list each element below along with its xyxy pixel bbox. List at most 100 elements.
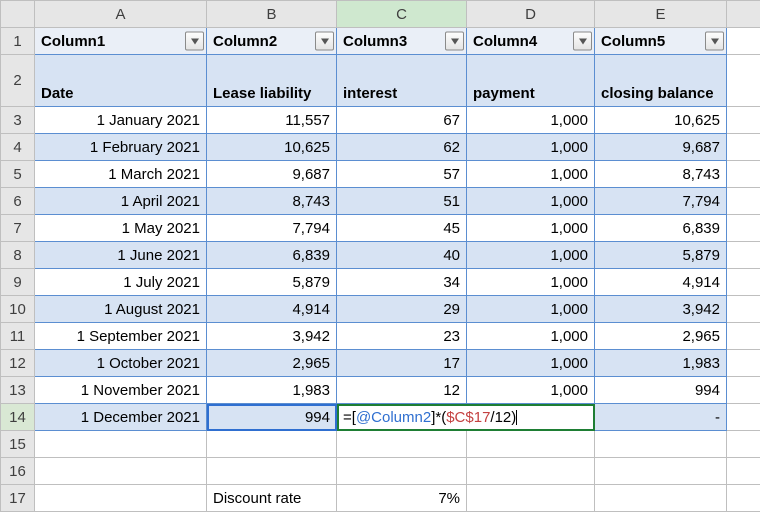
cell-pad-14[interactable] [727,404,760,431]
cell-C12[interactable]: 17 [337,350,467,377]
row-header-15[interactable]: 15 [1,431,35,458]
cell-E17[interactable] [595,485,727,512]
cell-C8[interactable]: 40 [337,242,467,269]
cell-D9[interactable]: 1,000 [467,269,595,296]
cell-D8[interactable]: 1,000 [467,242,595,269]
cell-B10[interactable]: 4,914 [207,296,337,323]
cell-C11[interactable]: 23 [337,323,467,350]
cell-C15[interactable] [337,431,467,458]
cell-A16[interactable] [35,458,207,485]
row-header-1[interactable]: 1 [1,28,35,55]
cell-pad-11[interactable] [727,323,760,350]
select-all-corner[interactable] [1,1,35,28]
cell-C4[interactable]: 62 [337,134,467,161]
cell-C2[interactable]: interest [337,55,467,107]
row-header-16[interactable]: 16 [1,458,35,485]
cell-pad-10[interactable] [727,296,760,323]
cell-D5[interactable]: 1,000 [467,161,595,188]
row-header-9[interactable]: 9 [1,269,35,296]
cell-D10[interactable]: 1,000 [467,296,595,323]
spreadsheet[interactable]: A B C D E 1 Column1 Column2 Column3 Colu… [0,0,760,528]
cell-E8[interactable]: 5,879 [595,242,727,269]
row-header-2[interactable]: 2 [1,55,35,107]
row-header-13[interactable]: 13 [1,377,35,404]
cell-A8[interactable]: 1 June 2021 [35,242,207,269]
cell-pad-13[interactable] [727,377,760,404]
cell-pad-4[interactable] [727,134,760,161]
cell-C7[interactable]: 45 [337,215,467,242]
cell-C1[interactable]: Column3 [337,28,467,55]
cell-A13[interactable]: 1 November 2021 [35,377,207,404]
cell-A10[interactable]: 1 August 2021 [35,296,207,323]
cell-A6[interactable]: 1 April 2021 [35,188,207,215]
cell-pad-9[interactable] [727,269,760,296]
cell-A17[interactable] [35,485,207,512]
row-header-6[interactable]: 6 [1,188,35,215]
cell-C17[interactable]: 7% [337,485,467,512]
cell-E5[interactable]: 8,743 [595,161,727,188]
cell-E3[interactable]: 10,625 [595,107,727,134]
cell-B7[interactable]: 7,794 [207,215,337,242]
cell-D1[interactable]: Column4 [467,28,595,55]
cell-E11[interactable]: 2,965 [595,323,727,350]
cell-C5[interactable]: 57 [337,161,467,188]
cell-B16[interactable] [207,458,337,485]
cell-E7[interactable]: 6,839 [595,215,727,242]
cell-C6[interactable]: 51 [337,188,467,215]
cell-E9[interactable]: 4,914 [595,269,727,296]
cell-D6[interactable]: 1,000 [467,188,595,215]
cell-E6[interactable]: 7,794 [595,188,727,215]
row-header-8[interactable]: 8 [1,242,35,269]
cell-B13[interactable]: 1,983 [207,377,337,404]
filter-dropdown-icon[interactable] [185,32,204,51]
cell-D16[interactable] [467,458,595,485]
cell-E4[interactable]: 9,687 [595,134,727,161]
cell-E1[interactable]: Column5 [595,28,727,55]
cell-E16[interactable] [595,458,727,485]
row-header-3[interactable]: 3 [1,107,35,134]
row-header-12[interactable]: 12 [1,350,35,377]
cell-C13[interactable]: 12 [337,377,467,404]
cell-pad-17[interactable] [727,485,760,512]
cell-B15[interactable] [207,431,337,458]
cell-B9[interactable]: 5,879 [207,269,337,296]
cell-D13[interactable]: 1,000 [467,377,595,404]
cell-pad-16[interactable] [727,458,760,485]
cell-A9[interactable]: 1 July 2021 [35,269,207,296]
cell-A4[interactable]: 1 February 2021 [35,134,207,161]
cell-B1[interactable]: Column2 [207,28,337,55]
cell-B11[interactable]: 3,942 [207,323,337,350]
col-header-C[interactable]: C [337,1,467,28]
cell-D7[interactable]: 1,000 [467,215,595,242]
cell-D15[interactable] [467,431,595,458]
cell-pad-1[interactable] [727,28,760,55]
cell-B12[interactable]: 2,965 [207,350,337,377]
filter-dropdown-icon[interactable] [315,32,334,51]
cell-D4[interactable]: 1,000 [467,134,595,161]
col-header-E[interactable]: E [595,1,727,28]
cell-B6[interactable]: 8,743 [207,188,337,215]
cell-E12[interactable]: 1,983 [595,350,727,377]
cell-E15[interactable] [595,431,727,458]
cell-A11[interactable]: 1 September 2021 [35,323,207,350]
cell-E10[interactable]: 3,942 [595,296,727,323]
cell-pad-6[interactable] [727,188,760,215]
cell-B17[interactable]: Discount rate [207,485,337,512]
cell-B14[interactable]: 994 [207,404,337,431]
cell-C3[interactable]: 67 [337,107,467,134]
cell-C16[interactable] [337,458,467,485]
cell-D2[interactable]: payment [467,55,595,107]
cell-A7[interactable]: 1 May 2021 [35,215,207,242]
col-header-B[interactable]: B [207,1,337,28]
cell-D11[interactable]: 1,000 [467,323,595,350]
row-header-7[interactable]: 7 [1,215,35,242]
cell-C14[interactable]: =[@Column2]*($C$17/12) [337,404,595,431]
cell-pad-15[interactable] [727,431,760,458]
filter-dropdown-icon[interactable] [705,32,724,51]
cell-E13[interactable]: 994 [595,377,727,404]
cell-A5[interactable]: 1 March 2021 [35,161,207,188]
cell-pad-7[interactable] [727,215,760,242]
cell-A3[interactable]: 1 January 2021 [35,107,207,134]
row-header-17[interactable]: 17 [1,485,35,512]
cell-pad-12[interactable] [727,350,760,377]
